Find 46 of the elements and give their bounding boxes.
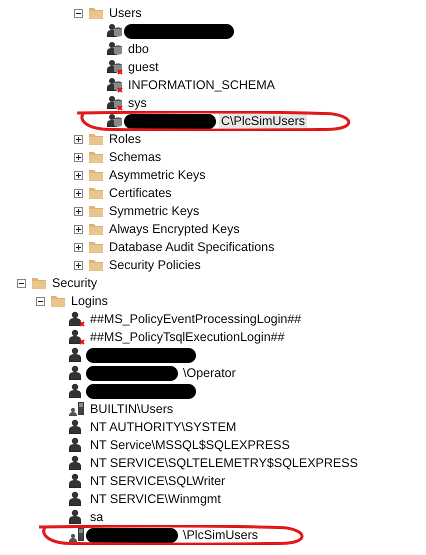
tree-item[interactable]: BUILTIN\Users [88, 401, 176, 417]
expand-icon[interactable] [74, 170, 83, 180]
folder-icon [88, 6, 104, 20]
folder-icon [88, 258, 104, 272]
folder-icon [88, 168, 104, 182]
collapse-icon[interactable] [17, 278, 26, 288]
collapse-icon[interactable] [74, 8, 83, 18]
tree-item[interactable]: NT SERVICE\Winmgmt [88, 491, 223, 507]
tree-item[interactable]: Always Encrypted Keys [107, 221, 242, 237]
expand-icon[interactable] [74, 152, 83, 162]
expand-icon[interactable] [74, 188, 83, 198]
group-icon [69, 527, 85, 543]
tree-item[interactable]: Security [50, 275, 100, 291]
folder-icon [50, 294, 66, 308]
tree-item[interactable]: C\PlcSimUsers [219, 113, 308, 129]
tree-item[interactable]: Schemas [107, 149, 164, 165]
tree-item[interactable]: sa [88, 509, 106, 525]
collapse-icon[interactable] [36, 296, 45, 306]
expand-icon[interactable] [74, 134, 83, 144]
folder-icon [88, 204, 104, 218]
tree-item[interactable]: NT AUTHORITY\SYSTEM [88, 419, 238, 435]
folder-icon [88, 186, 104, 200]
tree-item[interactable]: Asymmetric Keys [107, 167, 208, 183]
tree-item[interactable]: Symmetric Keys [107, 203, 202, 219]
tree-item[interactable]: dbo [126, 41, 151, 57]
tree-item[interactable]: Users [107, 5, 144, 21]
tree-item[interactable]: Database Audit Specifications [107, 239, 276, 255]
tree-item[interactable]: NT Service\MSSQL$SQLEXPRESS [88, 437, 292, 453]
folder-icon [88, 150, 104, 164]
expand-icon[interactable] [74, 260, 83, 270]
tree-item[interactable]: NT SERVICE\SQLTELEMETRY$SQLEXPRESS [88, 455, 360, 471]
tree-item[interactable]: Roles [107, 131, 143, 147]
tree-item[interactable]: Security Policies [107, 257, 203, 273]
tree-item[interactable]: Logins [69, 293, 110, 309]
folder-icon [88, 240, 104, 254]
expand-icon[interactable] [74, 206, 83, 216]
folder-icon [88, 222, 104, 236]
folder-icon [31, 276, 47, 290]
expand-icon[interactable] [74, 242, 83, 252]
folder-icon [88, 132, 104, 146]
group-icon [69, 401, 85, 417]
tree-item[interactable]: Certificates [107, 185, 174, 201]
tree-item[interactable]: \PlcSimUsers [181, 527, 260, 543]
expand-icon[interactable] [74, 224, 83, 234]
tree-item[interactable]: \Operator [181, 365, 238, 381]
tree-item[interactable]: NT SERVICE\SQLWriter [88, 473, 228, 489]
